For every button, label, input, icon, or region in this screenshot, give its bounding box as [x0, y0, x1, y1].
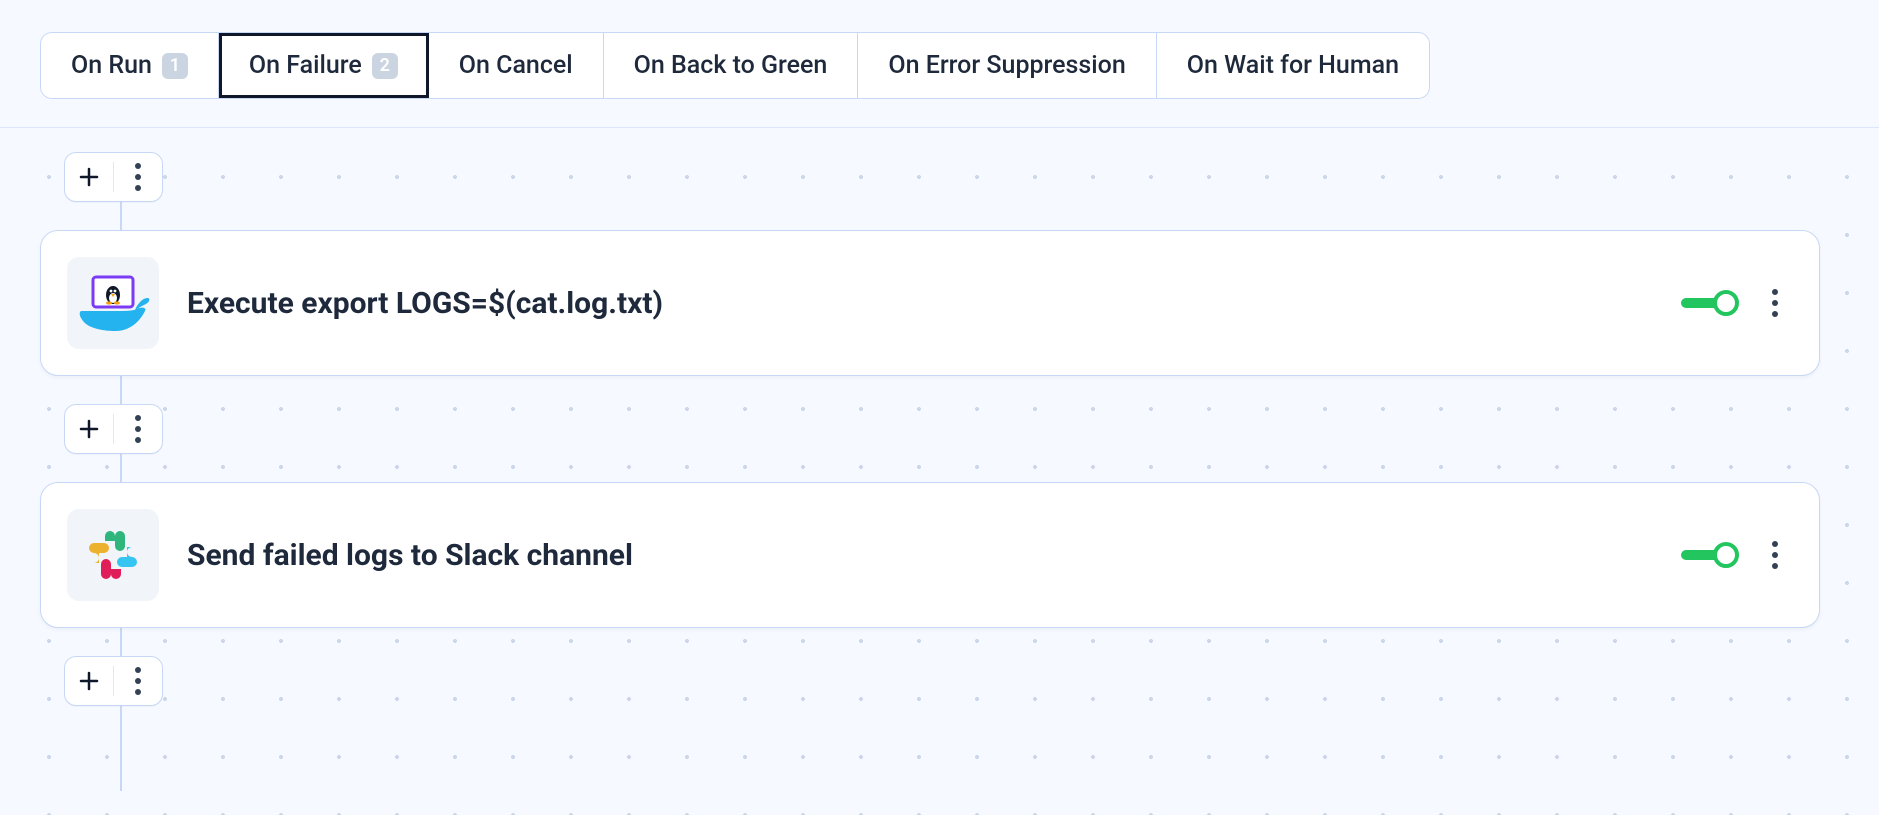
docker-linux-icon [67, 257, 159, 349]
workflow-canvas: Execute export LOGS=$(cat.log.txt) [0, 128, 1879, 815]
insert-step-menu-button[interactable] [114, 405, 162, 453]
step-menu-button[interactable] [1763, 287, 1787, 319]
step-menu-button[interactable] [1763, 539, 1787, 571]
step-enabled-toggle[interactable] [1681, 290, 1739, 316]
add-step-button[interactable] [65, 153, 113, 201]
tab-label: On Wait for Human [1187, 51, 1399, 80]
tab-label: On Run [71, 51, 152, 80]
plus-icon [78, 670, 100, 692]
toggle-knob [1713, 542, 1739, 568]
tab-on-cancel[interactable]: On Cancel [429, 33, 604, 98]
step-card[interactable]: Send failed logs to Slack channel [40, 482, 1820, 628]
tab-on-error-suppression[interactable]: On Error Suppression [858, 33, 1156, 98]
more-vertical-icon [126, 413, 150, 445]
slack-icon [67, 509, 159, 601]
plus-icon [78, 418, 100, 440]
step-title: Send failed logs to Slack channel [187, 538, 633, 573]
tab-on-wait-for-human[interactable]: On Wait for Human [1157, 33, 1429, 98]
tab-label: On Error Suppression [888, 51, 1125, 80]
add-step-button[interactable] [65, 657, 113, 705]
tab-label: On Failure [249, 51, 362, 80]
tab-label: On Back to Green [634, 51, 828, 80]
insert-step-chip [64, 656, 163, 706]
tab-on-failure[interactable]: On Failure 2 [219, 33, 429, 98]
tab-on-run[interactable]: On Run 1 [41, 33, 219, 98]
tab-badge: 2 [372, 53, 398, 79]
more-vertical-icon [126, 665, 150, 697]
step-card-left: Execute export LOGS=$(cat.log.txt) [67, 257, 663, 349]
step-title: Execute export LOGS=$(cat.log.txt) [187, 286, 663, 321]
insert-step-menu-button[interactable] [114, 657, 162, 705]
tab-label: On Cancel [459, 51, 573, 80]
step-card-left: Send failed logs to Slack channel [67, 509, 633, 601]
step-card-right [1681, 287, 1787, 319]
step-card-right [1681, 539, 1787, 571]
insert-step-chip [64, 404, 163, 454]
tab-on-back-to-green[interactable]: On Back to Green [604, 33, 859, 98]
insert-step-chip [64, 152, 163, 202]
step-card[interactable]: Execute export LOGS=$(cat.log.txt) [40, 230, 1820, 376]
tab-badge: 1 [162, 53, 188, 79]
toggle-knob [1713, 290, 1739, 316]
event-tabbar: On Run 1 On Failure 2 On Cancel On Back … [40, 32, 1430, 99]
plus-icon [78, 166, 100, 188]
insert-step-menu-button[interactable] [114, 153, 162, 201]
event-tabbar-wrap: On Run 1 On Failure 2 On Cancel On Back … [0, 0, 1879, 128]
add-step-button[interactable] [65, 405, 113, 453]
step-enabled-toggle[interactable] [1681, 542, 1739, 568]
more-vertical-icon [126, 161, 150, 193]
